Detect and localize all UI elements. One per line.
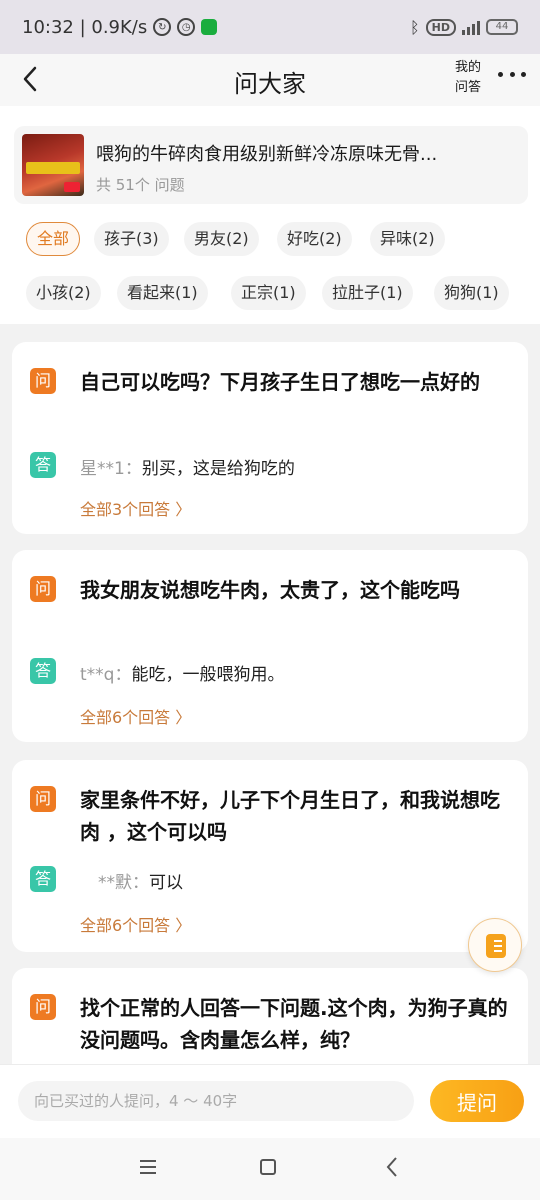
question-badge: 问 — [30, 576, 56, 602]
battery-icon: 44 — [486, 19, 518, 35]
ask-input[interactable] — [18, 1081, 414, 1121]
floating-list-button[interactable] — [468, 918, 522, 972]
document-icon — [486, 934, 506, 958]
status-time: 10:32 | 0.9K/s — [22, 16, 148, 38]
status-right: ᛒ HD 44 — [410, 18, 518, 37]
answer-badge: 答 — [30, 866, 56, 892]
header: 问大家 我的问答 — [0, 54, 540, 106]
sync-icon: ↻ — [153, 18, 172, 36]
status-left: 10:32 | 0.9K/s ↻ ◷ — [22, 16, 218, 38]
all-answers-link[interactable]: 全部3个回答 〉 — [80, 496, 191, 520]
product-card[interactable]: 喂狗的牛碎肉食用级别新鲜冷冻原味无骨... 共 51个 问题 — [14, 126, 528, 204]
tag-boyfriend[interactable]: 男友(2) — [184, 222, 259, 256]
question-badge: 问 — [30, 368, 56, 394]
question-card[interactable]: 问 家里条件不好，儿子下个月生日了，和我说想吃肉 ，这个可以吗 答 **默：可以… — [12, 760, 528, 952]
status-bar: 10:32 | 0.9K/s ↻ ◷ ᛒ HD 44 — [0, 0, 540, 54]
system-nav-bar — [0, 1138, 540, 1200]
answer-preview: 星**1：别买，这是给狗吃的 — [80, 454, 295, 479]
answer-badge: 答 — [30, 452, 56, 478]
tag-all[interactable]: 全部 — [26, 222, 81, 256]
tag-odor[interactable]: 异味(2) — [370, 222, 445, 256]
question-card[interactable]: 问 我女朋友说想吃牛肉，太贵了，这个能吃吗 答 t**q：能吃，一般喂狗用。 全… — [12, 550, 528, 742]
answer-badge: 答 — [30, 658, 56, 684]
answer-text: 可以 — [149, 873, 183, 893]
question-title: 家里条件不好，儿子下个月生日了，和我说想吃肉 ，这个可以吗 — [80, 788, 500, 844]
question-badge: 问 — [30, 786, 56, 812]
signal-icon — [462, 19, 480, 35]
tag-looks[interactable]: 看起来(1) — [117, 276, 208, 310]
question-title: 自己可以吃吗？下月孩子生日了想吃一点好的 — [80, 370, 480, 394]
wechat-icon — [201, 19, 218, 35]
answer-preview: **默：可以 — [98, 868, 183, 893]
nav-back-icon[interactable] — [386, 1156, 398, 1178]
tag-tasty[interactable]: 好吃(2) — [277, 222, 352, 256]
hd-icon: HD — [425, 18, 456, 36]
question-badge: 问 — [30, 994, 56, 1020]
my-answers-button[interactable]: 我的问答 — [452, 58, 484, 98]
top-panel: 喂狗的牛碎肉食用级别新鲜冷冻原味无骨... 共 51个 问题 全部 孩子(3) … — [0, 106, 540, 324]
question-title: 找个正常的人回答一下问题.这个肉，为狗子真的没问题吗。含肉量怎么样，纯？ — [80, 996, 508, 1052]
tag-child[interactable]: 孩子(3) — [94, 222, 169, 256]
answer-user: 星**1： — [80, 459, 142, 479]
tag-kid[interactable]: 小孩(2) — [26, 276, 101, 310]
ask-bar: 提问 — [0, 1064, 540, 1138]
answer-user: t**q： — [80, 665, 132, 685]
home-icon[interactable] — [260, 1159, 276, 1175]
clock-icon: ◷ — [177, 18, 196, 36]
more-icon[interactable] — [498, 72, 526, 82]
product-name: 喂狗的牛碎肉食用级别新鲜冷冻原味无骨... — [96, 144, 438, 165]
tag-dog[interactable]: 狗狗(1) — [434, 276, 509, 310]
answer-user: **默： — [98, 873, 149, 893]
ask-button[interactable]: 提问 — [430, 1080, 524, 1122]
answer-preview: t**q：能吃，一般喂狗用。 — [80, 660, 284, 685]
question-card[interactable]: 问 找个正常的人回答一下问题.这个肉，为狗子真的没问题吗。含肉量怎么样，纯？ — [12, 968, 528, 1078]
tag-diarrhea[interactable]: 拉肚子(1) — [322, 276, 413, 310]
all-answers-link[interactable]: 全部6个回答 〉 — [80, 704, 191, 728]
question-card[interactable]: 问 自己可以吃吗？下月孩子生日了想吃一点好的 答 星**1：别买，这是给狗吃的 … — [12, 342, 528, 534]
menu-icon[interactable] — [140, 1160, 156, 1174]
all-answers-link[interactable]: 全部6个回答 〉 — [80, 912, 191, 936]
answer-text: 别买，这是给狗吃的 — [141, 459, 295, 479]
question-title: 我女朋友说想吃牛肉，太贵了，这个能吃吗 — [80, 578, 460, 602]
answer-text: 能吃，一般喂狗用。 — [131, 665, 285, 685]
tag-authentic[interactable]: 正宗(1) — [231, 276, 306, 310]
question-count: 共 51个 问题 — [96, 176, 185, 194]
product-thumbnail — [22, 134, 84, 196]
bluetooth-icon: ᛒ — [410, 17, 420, 37]
